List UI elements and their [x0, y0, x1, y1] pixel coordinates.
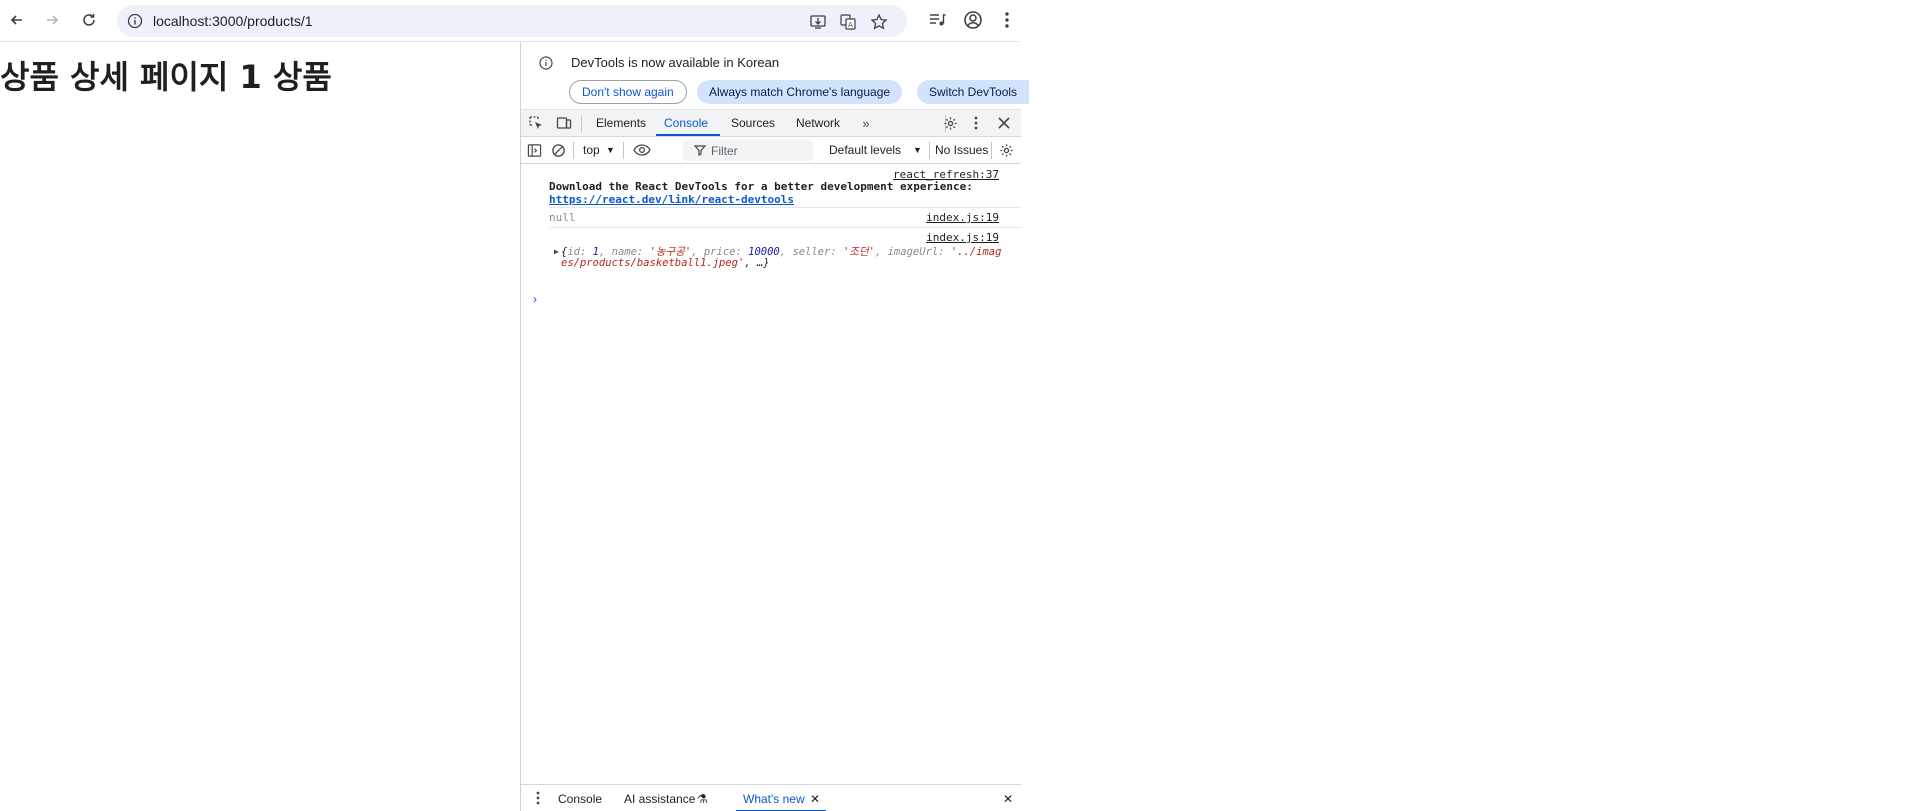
- message-text: Download the React DevTools for a better…: [549, 180, 973, 193]
- reload-icon: [83, 14, 95, 26]
- media-controls-icon[interactable]: [927, 10, 947, 30]
- infobar-message: DevTools is now available in Korean: [571, 55, 780, 70]
- arrow-left-icon: [10, 15, 22, 25]
- switch-devtools-button[interactable]: Switch DevTools: [917, 80, 1030, 104]
- clear-console-icon[interactable]: [549, 141, 567, 159]
- back-button[interactable]: [6, 9, 28, 31]
- close-tab-icon[interactable]: ✕: [810, 792, 820, 806]
- console-message: index.js:19 null: [521, 208, 1021, 228]
- consolebar-divider-2: [623, 142, 624, 159]
- filter-input[interactable]: Filter: [683, 140, 813, 161]
- drawer-tab-whats-new[interactable]: What's new: [743, 792, 805, 806]
- console-prompt-chevron-icon[interactable]: ›: [533, 292, 537, 306]
- bookmark-star-icon[interactable]: [870, 13, 888, 31]
- browser-toolbar: localhost:3000/products/1 A: [0, 0, 1020, 42]
- null-value: null: [549, 211, 576, 224]
- consolebar-divider-3: [929, 142, 930, 159]
- active-tab-indicator: [656, 134, 720, 136]
- tab-elements[interactable]: Elements: [596, 116, 646, 130]
- drawer-tab-ai-assistance[interactable]: AI assistance: [624, 792, 695, 806]
- devtools-tabbar: Elements Console Sources Network »: [521, 110, 1021, 137]
- consolebar-divider: [573, 142, 574, 159]
- message-source-link[interactable]: index.js:19: [926, 231, 999, 244]
- console-settings-gear-icon[interactable]: [997, 141, 1015, 159]
- filter-placeholder: Filter: [711, 144, 738, 158]
- forward-button[interactable]: [41, 9, 63, 31]
- react-devtools-link[interactable]: https://react.dev/link/react-devtools: [549, 193, 794, 206]
- translate-icon[interactable]: A: [839, 13, 857, 31]
- close-drawer-icon[interactable]: ✕: [1003, 792, 1013, 806]
- site-info-icon[interactable]: [127, 13, 143, 29]
- issues-counter[interactable]: No Issues: [935, 143, 988, 157]
- page-title: 상품 상세 페이지 1 상품: [0, 58, 332, 96]
- address-bar[interactable]: localhost:3000/products/1 A: [117, 5, 907, 37]
- tab-console[interactable]: Console: [664, 116, 708, 130]
- chevron-down-icon[interactable]: ▼: [606, 145, 615, 155]
- drawer-tab-console[interactable]: Console: [558, 792, 602, 806]
- live-expression-eye-icon[interactable]: [633, 141, 651, 159]
- tab-sources[interactable]: Sources: [731, 116, 775, 130]
- arrow-right-icon: [47, 15, 59, 25]
- close-devtools-icon[interactable]: [995, 114, 1013, 132]
- context-selector[interactable]: top: [583, 143, 600, 157]
- profile-avatar-icon[interactable]: [963, 10, 983, 30]
- install-app-icon[interactable]: [809, 13, 827, 31]
- inspect-element-icon[interactable]: [527, 114, 545, 132]
- object-preview-continued: es/products/basketball1.jpeg', …}: [561, 257, 770, 269]
- console-messages: react_refresh:37 Download the React DevT…: [521, 164, 1021, 784]
- console-toolbar: top ▼ Filter Default levels ▼ No Issues: [521, 137, 1021, 164]
- drawer-menu-icon[interactable]: [529, 789, 547, 807]
- sidebar-toggle-icon[interactable]: [525, 141, 543, 159]
- settings-gear-icon[interactable]: [941, 114, 959, 132]
- more-tabs-icon[interactable]: »: [857, 114, 875, 132]
- devtools-drawer: Console AI assistance ⚗ What's new ✕ ✕: [521, 784, 1021, 811]
- tabbar-divider: [581, 115, 582, 132]
- language-infobar: DevTools is now available in Korean Don'…: [521, 42, 1030, 110]
- consolebar-divider-4: [991, 142, 992, 159]
- svg-text:A: A: [848, 21, 853, 29]
- levels-chevron-down-icon[interactable]: ▼: [913, 145, 922, 155]
- page-viewport: 상품 상세 페이지 1 상품: [0, 42, 520, 811]
- info-icon: [539, 56, 553, 70]
- filter-funnel-icon: [693, 145, 707, 156]
- device-toolbar-icon[interactable]: [555, 114, 573, 132]
- message-source-link[interactable]: index.js:19: [926, 211, 999, 224]
- kebab-menu-icon[interactable]: [997, 10, 1017, 30]
- expand-triangle-icon[interactable]: ▶: [554, 247, 559, 256]
- flask-icon: ⚗: [697, 792, 708, 806]
- console-message: index.js:19 ▶ {id: 1, name: '농구공', price…: [521, 228, 1021, 269]
- url-text[interactable]: localhost:3000/products/1: [153, 13, 313, 29]
- devtools-panel: DevTools is now available in Korean Don'…: [520, 42, 1030, 811]
- customize-menu-icon[interactable]: [967, 114, 985, 132]
- dont-show-again-button[interactable]: Don't show again: [569, 80, 687, 104]
- reload-button[interactable]: [78, 9, 100, 31]
- log-levels-dropdown[interactable]: Default levels: [829, 143, 901, 157]
- tab-network[interactable]: Network: [796, 116, 840, 130]
- always-match-language-button[interactable]: Always match Chrome's language: [697, 80, 903, 104]
